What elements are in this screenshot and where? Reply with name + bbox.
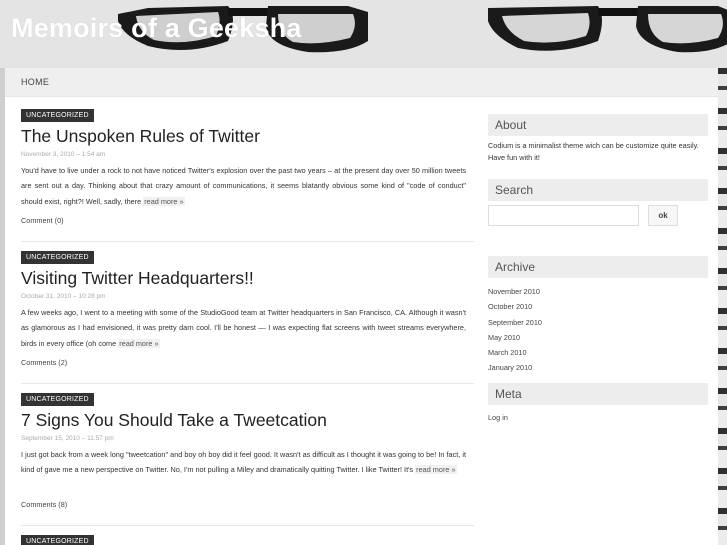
category-badge[interactable]: UNCATEGORIZED (21, 109, 94, 122)
post-date: September 15, 2010 – 11:57 pm (21, 435, 114, 442)
category-badge[interactable]: UNCATEGORIZED (21, 535, 94, 545)
right-edge-decoration (718, 68, 727, 545)
post-excerpt: I just got back from a week long "tweetc… (21, 447, 466, 478)
post-date: October 31, 2010 – 10:28 pm (21, 293, 106, 300)
widget-title-about: About (488, 114, 708, 136)
site-title[interactable]: Memoirs of a Geeksha (11, 13, 302, 44)
post-title[interactable]: The Unspoken Rules of Twitter (21, 126, 260, 147)
post-divider (21, 383, 474, 384)
post-comments-link[interactable]: Comments (8) (21, 500, 67, 509)
post-excerpt-text: I just got back from a week long "tweetc… (21, 450, 466, 475)
post-excerpt: You'd have to live under a rock to not h… (21, 163, 466, 209)
glasses-image-right (488, 6, 727, 53)
nav-home-link[interactable]: HOME (21, 77, 49, 87)
about-text: Codium is a minimalist theme wich can be… (488, 141, 699, 162)
widget-title-search: Search (488, 179, 708, 201)
content-area: UNCATEGORIZED The Unspoken Rules of Twit… (5, 97, 718, 545)
post-date: November 3, 2010 – 1:54 am (21, 151, 106, 158)
archive-link[interactable]: March 2010 (488, 348, 527, 357)
category-badge[interactable]: UNCATEGORIZED (21, 393, 94, 406)
post-divider (21, 241, 474, 242)
archive-link[interactable]: November 2010 (488, 287, 540, 296)
post-excerpt-text: You'd have to live under a rock to not h… (21, 166, 466, 206)
widget-title-archive: Archive (488, 256, 708, 278)
post-title[interactable]: Visiting Twitter Headquarters!! (21, 268, 254, 289)
login-link[interactable]: Log in (488, 413, 508, 422)
post-excerpt-text: A few weeks ago, I went to a meeting wit… (21, 308, 466, 348)
post-title[interactable]: 7 Signs You Should Take a Tweetcation (21, 410, 327, 431)
post-excerpt: A few weeks ago, I went to a meeting wit… (21, 305, 466, 351)
widget-title-meta: Meta (488, 383, 708, 405)
search-input[interactable] (488, 205, 639, 226)
post-divider (21, 525, 474, 526)
site-header: Memoirs of a Geeksha (0, 0, 727, 68)
archive-link[interactable]: May 2010 (488, 333, 520, 342)
archive-link[interactable]: October 2010 (488, 302, 532, 311)
archive-link[interactable]: January 2010 (488, 363, 532, 372)
search-button[interactable]: ok (648, 205, 678, 226)
post-comments-link[interactable]: Comments (2) (21, 358, 67, 367)
main-navigation: HOME (5, 68, 718, 97)
archive-link[interactable]: September 2010 (488, 318, 542, 327)
category-badge[interactable]: UNCATEGORIZED (21, 251, 94, 264)
post-comments-link[interactable]: Comment (0) (21, 216, 64, 225)
read-more-link[interactable]: read more » (415, 465, 457, 475)
read-more-link[interactable]: read more » (118, 338, 160, 348)
read-more-link[interactable]: read more » (143, 196, 185, 206)
